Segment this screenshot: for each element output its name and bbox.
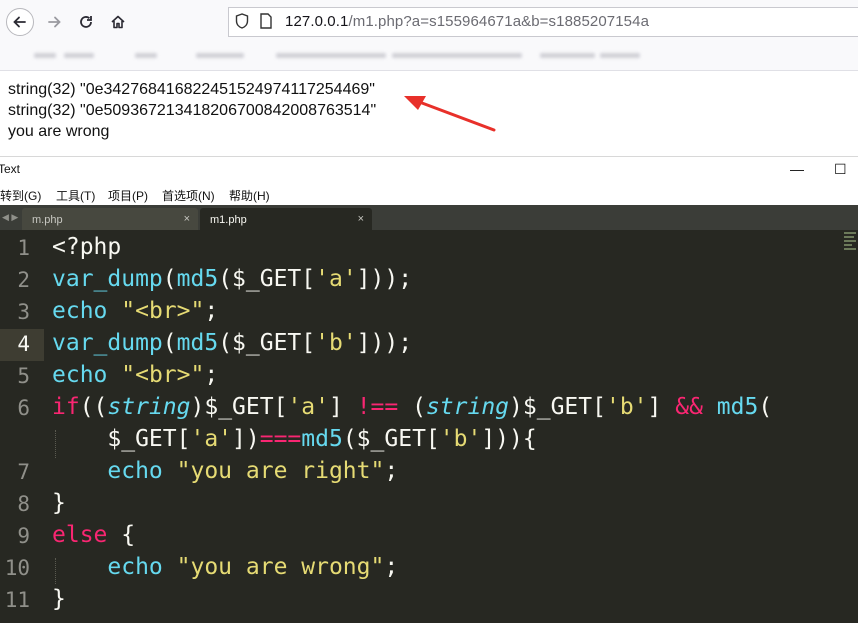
bookmarks-bar: [0, 44, 858, 71]
bookmark-item[interactable]: [196, 53, 244, 58]
menu-help[interactable]: 帮助(H): [229, 187, 270, 204]
line-number: 1: [17, 236, 30, 260]
close-icon[interactable]: ×: [184, 213, 190, 225]
code-line: var_dump(md5($_GET['a']));: [52, 266, 413, 292]
bookmark-item[interactable]: [540, 53, 595, 58]
tab-m-php[interactable]: m.php ×: [22, 208, 198, 230]
bookmark-item[interactable]: [135, 53, 157, 58]
line-number: 11: [4, 588, 30, 612]
code-line: <?php: [52, 234, 122, 260]
reload-button[interactable]: [72, 8, 100, 36]
bookmark-item[interactable]: [392, 53, 522, 58]
bookmark-item[interactable]: [34, 53, 56, 58]
maximize-button[interactable]: ☐: [834, 161, 847, 178]
url-path: /m1.php?a=s155964671a&b=s1885207154a: [348, 13, 650, 30]
line-number: 5: [17, 364, 30, 388]
output-line-3: you are wrong: [8, 123, 110, 140]
editor-window-title: Text: [0, 162, 21, 176]
code-line: $_GET['a'])===md5($_GET['b'])){: [52, 426, 537, 452]
tab-scroll-arrows[interactable]: ◀ ▶: [2, 212, 18, 223]
tab-label: m.php: [32, 214, 63, 226]
minimap[interactable]: [842, 230, 858, 260]
browser-toolbar: 127.0.0.1/m1.php?a=s155964671a&b=s188520…: [0, 0, 858, 44]
line-number: 3: [17, 300, 30, 324]
back-button[interactable]: [6, 8, 34, 36]
code-line: echo "<br>";: [52, 298, 219, 324]
code-editor[interactable]: 1 2 3 4 5 6 7 8 9 10 11 <?php var_dump(m…: [0, 230, 858, 623]
line-number: 9: [17, 524, 30, 548]
forward-button[interactable]: [40, 8, 68, 36]
url-host: 127.0.0.1: [285, 13, 349, 30]
menu-goto[interactable]: 转到(G): [0, 187, 41, 204]
line-number: 10: [4, 556, 30, 580]
code-line: echo "you are right";: [107, 458, 399, 484]
code-line: }: [52, 586, 66, 612]
address-bar[interactable]: 127.0.0.1/m1.php?a=s155964671a&b=s188520…: [228, 7, 858, 37]
line-number: 7: [17, 460, 30, 484]
bookmark-item[interactable]: [600, 53, 640, 58]
menu-preferences[interactable]: 首选项(N): [162, 187, 215, 204]
page-icon[interactable]: [259, 13, 273, 29]
back-arrow-icon: [13, 16, 26, 28]
home-button[interactable]: [104, 8, 132, 36]
menu-project[interactable]: 项目(P): [108, 187, 148, 204]
tab-bar: ◀ ▶ m.php × m1.php ×: [0, 205, 858, 230]
shield-icon[interactable]: [235, 13, 249, 29]
code-line: echo "you are wrong";: [107, 554, 399, 580]
tab-label: m1.php: [210, 214, 247, 226]
line-number: 2: [17, 268, 30, 292]
close-icon[interactable]: ×: [358, 213, 364, 225]
menu-tools[interactable]: 工具(T): [56, 187, 95, 204]
code-line: var_dump(md5($_GET['b']));: [52, 330, 413, 356]
reload-icon: [80, 16, 92, 28]
code-line: }: [52, 490, 66, 516]
code-line: echo "<br>";: [52, 362, 219, 388]
output-line-2: string(32) "0e50936721341820670084200876…: [8, 102, 377, 119]
editor-menubar: 转到(G) 工具(T) 项目(P) 首选项(N) 帮助(H): [0, 183, 858, 205]
line-number: 4: [17, 332, 30, 356]
code-line: if((string)$_GET['a'] !== (string)$_GET[…: [52, 394, 773, 420]
editor-titlebar: Text — ☐: [0, 156, 858, 184]
bookmark-item[interactable]: [64, 53, 94, 58]
code-line: else {: [52, 522, 136, 548]
line-number-gutter: 1 2 3 4 5 6 7 8 9 10 11: [0, 230, 44, 623]
output-line-1: string(32) "0e34276841682245152497411725…: [8, 81, 375, 98]
tab-m1-php[interactable]: m1.php ×: [200, 208, 372, 230]
minimize-button[interactable]: —: [790, 161, 804, 177]
line-number: 6: [17, 396, 30, 420]
home-icon: [111, 15, 125, 29]
forward-arrow-icon: [48, 16, 61, 28]
url-text[interactable]: 127.0.0.1/m1.php?a=s155964671a&b=s188520…: [285, 13, 649, 30]
line-number: 8: [17, 492, 30, 516]
bookmark-item[interactable]: [276, 53, 386, 58]
annotation-arrow: [404, 96, 496, 132]
